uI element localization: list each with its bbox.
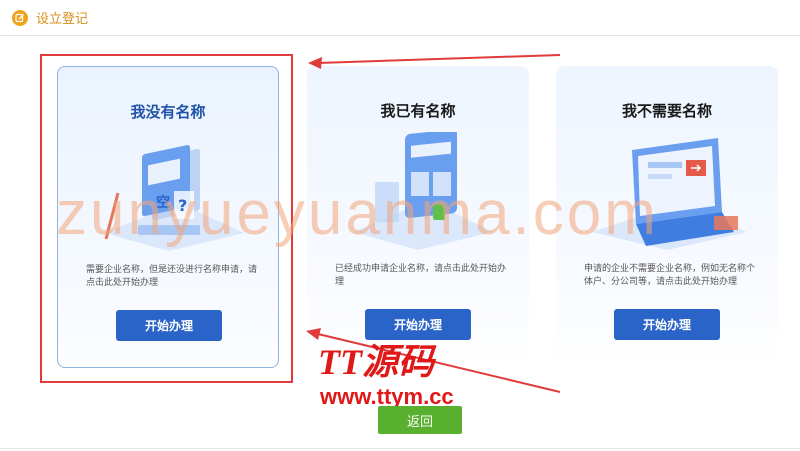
page-title: 设立登记 (36, 12, 89, 27)
start-button-no-name-needed[interactable]: 开始办理 (614, 309, 720, 340)
card-title: 我不需要名称 (621, 102, 712, 120)
logo-text: TT源码 (318, 342, 434, 382)
card-description: 申请的企业不需要企业名称，例如无名称个体户、分公司等，请点击此处开始办理 (584, 264, 756, 287)
page-header: 设立登记 (0, 0, 800, 36)
annotation-arrow-top (317, 54, 561, 64)
start-button-has-name[interactable]: 开始办理 (365, 309, 471, 340)
bottom-divider (0, 448, 800, 449)
edit-icon (12, 9, 28, 26)
card-title: 我已有名称 (380, 102, 456, 120)
card-description: 已经成功申请企业名称，请点击此处开始办理 (335, 264, 507, 287)
back-button[interactable]: 返回 (378, 406, 462, 434)
watermark-text: zunyueyuanma.com (56, 179, 659, 248)
